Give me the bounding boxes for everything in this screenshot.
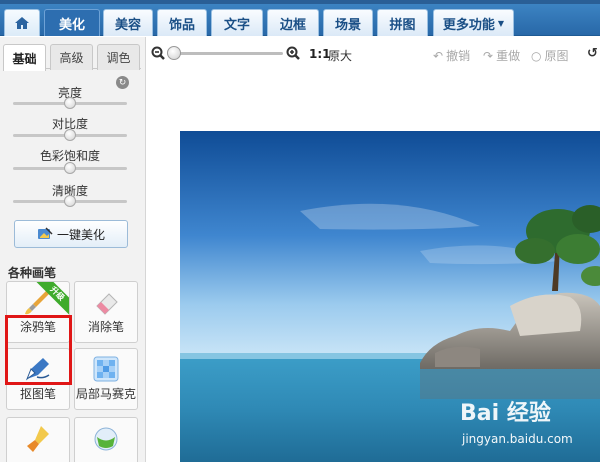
brush-label: 局部马赛克 [75,387,136,401]
redo-label: 重做 [496,49,521,63]
zoom-slider[interactable] [173,52,283,55]
tab-text[interactable]: 文字 [211,9,263,36]
subtab-advanced[interactable]: 高级 [50,44,93,70]
subtab-label: 基础 [12,51,37,66]
tab-more-features[interactable]: 更多功能 ▼ [433,9,514,36]
dropdown-arrow-icon: ▼ [497,18,505,28]
tab-beauty[interactable]: 美容 [103,9,153,36]
undo-icon: ↶ [433,48,444,63]
magic-wand-icon [37,227,53,239]
sharpness-slider-handle[interactable] [64,195,76,207]
auto-beautify-label: 一键美化 [56,227,105,242]
tab-label: 美容 [114,17,141,33]
original-label: 原图 [544,49,569,63]
tab-label: 更多功能 [442,17,495,33]
paint-brush-icon [7,424,69,456]
brushes-section-title: 各种画笔 [8,266,57,280]
tab-collage[interactable]: 拼图 [377,9,428,36]
home-tab[interactable] [4,9,40,36]
original-size-button[interactable]: 原大 [328,47,352,64]
rotate-icon[interactable]: ↺ [587,46,598,61]
subtab-basic[interactable]: 基础 [3,44,46,71]
tab-accessories[interactable]: 饰品 [157,9,207,36]
baidu-watermark: Bai 经验 jingyan.baidu.com [460,395,595,455]
mosaic-brush-card[interactable]: 局部马赛克 [74,348,138,410]
brightness-slider-handle[interactable] [64,97,76,109]
title-bar-remnant [0,0,600,4]
tab-label: 美化 [58,17,85,33]
subtab-label: 调色 [106,51,131,65]
redo-icon: ↷ [483,48,494,63]
redo-button[interactable]: ↷ 重做 [483,47,520,64]
saturation-slider-handle[interactable] [64,162,76,174]
highlight-box [5,315,72,385]
subtab-color[interactable]: 调色 [97,44,140,70]
tab-frames[interactable]: 边框 [267,9,319,36]
eraser-icon [75,288,137,316]
zoom-in-icon[interactable] [286,46,300,60]
image-toolbar: 1:1 原大 ↶ 撤销 ↷ 重做 ○ 原图 ↺ [146,37,600,69]
tab-label: 拼图 [389,17,416,33]
subtab-label: 高级 [59,51,84,65]
left-panel: 基础 高级 调色 ↻ 亮度 对比度 色彩饱和度 清晰度 一键美化 各种画笔 涂鸦 [0,37,146,462]
home-icon [15,17,29,29]
undo-button[interactable]: ↶ 撤销 [433,47,470,64]
zoom-slider-handle[interactable] [167,46,181,60]
undo-label: 撤销 [446,49,471,63]
color-brush-card[interactable] [74,417,138,462]
brush-label: 抠图笔 [19,387,56,401]
tab-label: 场景 [334,17,361,33]
contrast-slider-handle[interactable] [64,129,76,141]
auto-beautify-button[interactable]: 一键美化 [14,220,128,248]
panel-subtabs: 基础 高级 调色 [3,41,141,71]
tab-label: 饰品 [168,17,195,33]
tab-beautify[interactable]: 美化 [44,9,100,36]
paint-brush-card[interactable] [6,417,70,462]
brush-label: 消除笔 [87,320,124,334]
tab-label: 边框 [279,17,306,33]
color-cup-icon [75,424,137,456]
tab-scenes[interactable]: 场景 [323,9,373,36]
mosaic-icon [75,355,137,383]
original-image-button[interactable]: ○ 原图 [531,47,569,64]
tab-label: 文字 [223,17,250,33]
eraser-brush-card[interactable]: 消除笔 [74,281,138,343]
circle-icon: ○ [531,48,542,63]
watermark-logo: Bai 经验 [460,401,551,426]
zoom-out-icon[interactable] [151,46,165,60]
watermark-url: jingyan.baidu.com [462,432,573,446]
top-navigation: 美化 美容 饰品 文字 边框 场景 拼图 更多功能 ▼ [0,0,600,36]
